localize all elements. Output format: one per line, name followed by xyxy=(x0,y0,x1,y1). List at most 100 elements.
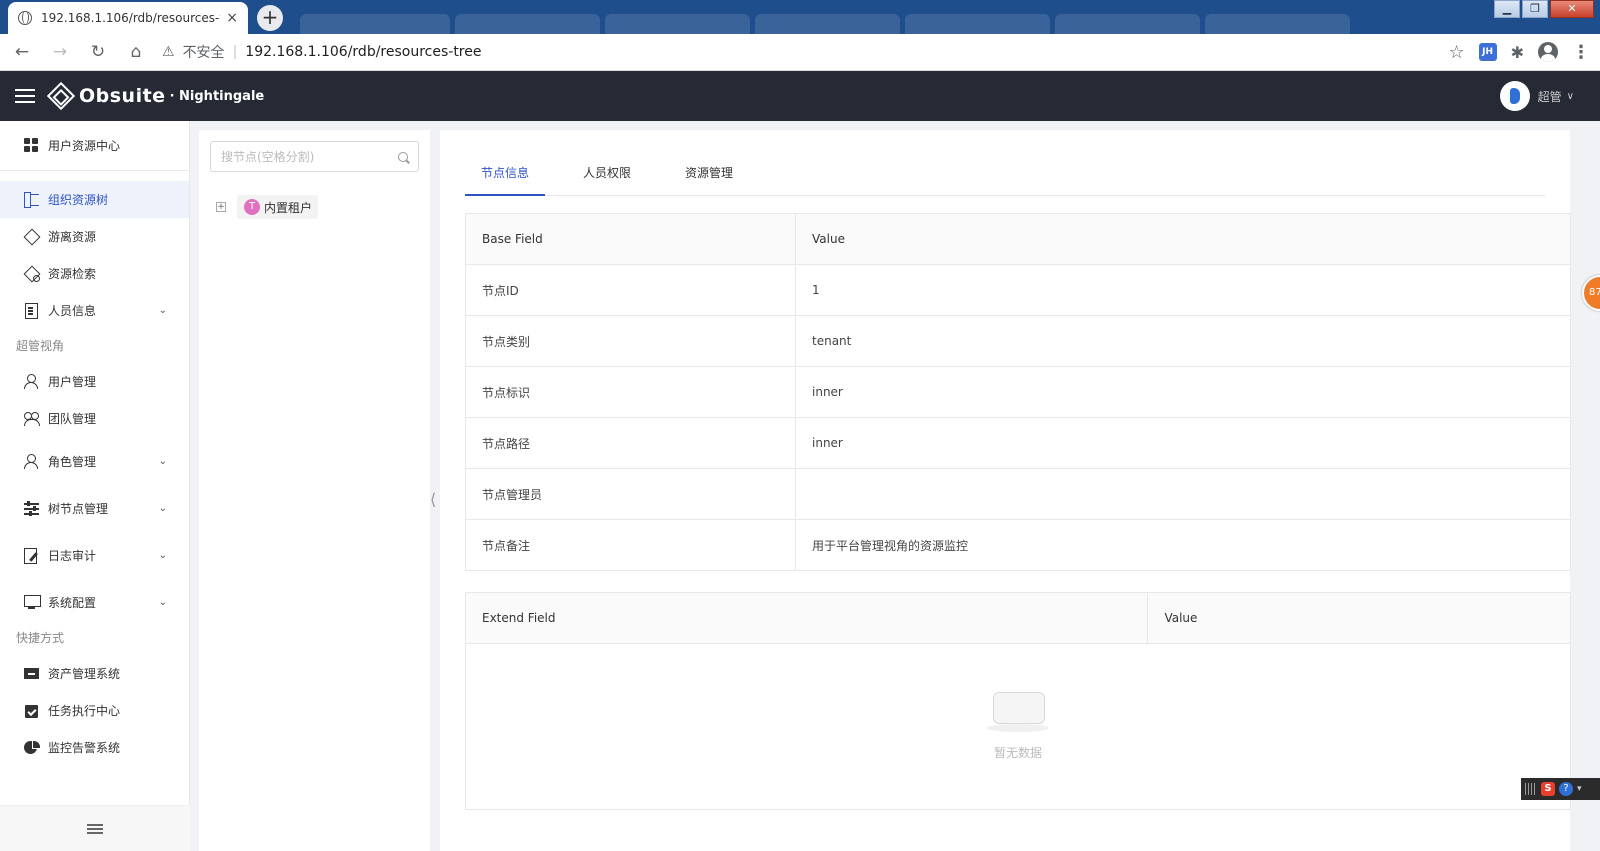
field-value: inner xyxy=(795,366,1571,418)
grid-icon xyxy=(24,138,39,153)
sidebar-item-label: 树节点管理 xyxy=(48,502,109,516)
sidebar-item-system-config[interactable]: 系统配置 ⌄ xyxy=(0,584,189,621)
field-value: 用于平台管理视角的资源监控 xyxy=(795,519,1571,571)
panel-collapse-handle-icon[interactable]: ⟨ xyxy=(430,490,440,530)
sogou-ime-icon[interactable]: S xyxy=(1541,782,1555,796)
chevron-down-icon[interactable]: ⌄ xyxy=(159,503,167,514)
restore-icon[interactable]: ❐ xyxy=(1522,0,1548,18)
window-controls: ▁ ❐ ✕ xyxy=(1494,0,1594,18)
tenant-badge: T xyxy=(244,199,260,215)
team-icon xyxy=(24,411,40,426)
sidebar-collapse-button[interactable] xyxy=(0,805,190,851)
back-icon[interactable]: ← xyxy=(6,42,38,62)
tree-node[interactable]: + T 内置租户 xyxy=(216,195,319,219)
new-tab-button[interactable]: + xyxy=(257,5,283,31)
sidebar-item-free-resources[interactable]: 游离资源 xyxy=(0,218,189,255)
tree-node-label[interactable]: 内置租户 xyxy=(264,199,312,216)
sidebar-item-org-resource-tree[interactable]: 组织资源树 xyxy=(0,181,189,218)
tab-close-icon[interactable]: × xyxy=(226,10,238,26)
chevron-down-icon[interactable]: ⌄ xyxy=(159,550,167,561)
chevron-down-icon[interactable]: ∨ xyxy=(1567,91,1574,102)
bookmark-star-icon[interactable]: ☆ xyxy=(1448,42,1464,63)
browser-tab-strip: 192.168.1.106/rdb/resources-t × + ▁ ❐ ✕ xyxy=(0,0,1600,34)
table-row: 节点ID 1 xyxy=(465,264,1571,316)
brand-subtitle: · Nightingale xyxy=(169,88,265,104)
sidebar-item-role-management[interactable]: 角色管理 ⌄ xyxy=(0,443,189,480)
column-header: Base Field xyxy=(465,213,796,265)
browser-toolbar: ← → ↻ ⌂ ⚠ 不安全 | 192.168.1.106/rdb/resour… xyxy=(0,34,1600,71)
sidebar-item-user-management[interactable]: 用户管理 xyxy=(0,363,189,400)
security-label[interactable]: 不安全 xyxy=(183,42,225,62)
background-tab[interactable] xyxy=(1205,14,1350,34)
sidebar-item-team-management[interactable]: 团队管理 xyxy=(0,400,189,437)
field-name: 节点管理员 xyxy=(465,468,796,520)
window-close-icon[interactable]: ✕ xyxy=(1550,0,1594,18)
user-menu[interactable]: 超管 ∨ xyxy=(1499,81,1574,111)
empty-state: 暂无数据 xyxy=(465,643,1571,810)
column-header: Extend Field xyxy=(464,592,1149,644)
help-icon[interactable]: ? xyxy=(1559,782,1573,796)
base-field-table: Base Field Value 节点ID 1 节点类别 tenant 节点标识… xyxy=(465,213,1571,571)
warning-icon[interactable]: ⚠ xyxy=(162,44,175,60)
sidebar-item-label: 日志审计 xyxy=(48,549,97,563)
sidebar-item-asset-management[interactable]: 资产管理系统 xyxy=(0,655,189,692)
expand-plus-icon[interactable]: + xyxy=(216,202,226,212)
collapse-menu-icon xyxy=(87,822,103,836)
monitor-icon xyxy=(24,595,41,610)
background-tab[interactable] xyxy=(605,14,750,34)
sidebar-item-label: 组织资源树 xyxy=(48,193,109,207)
floating-counter-badge[interactable]: 87 xyxy=(1582,275,1600,311)
chevron-down-icon[interactable]: ⌄ xyxy=(159,597,167,608)
search-icon[interactable] xyxy=(398,151,408,162)
sidebar-header-user-resource-center[interactable]: 用户资源中心 xyxy=(0,121,189,171)
table-row: 节点类别 tenant xyxy=(465,315,1571,367)
sidebar-item-task-execution[interactable]: 任务执行中心 xyxy=(0,692,189,729)
tree-search-input[interactable] xyxy=(221,149,398,164)
browser-menu-icon[interactable]: ⋮ xyxy=(1572,42,1590,63)
sidebar-item-resource-search[interactable]: 资源检索 xyxy=(0,255,189,292)
column-header: Value xyxy=(795,213,1571,265)
empty-text: 暂无数据 xyxy=(993,746,1042,760)
background-tab[interactable] xyxy=(1055,14,1200,34)
tree-search-box[interactable] xyxy=(210,141,419,172)
sidebar-item-monitoring-alerts[interactable]: 监控告警系统 xyxy=(0,729,189,766)
minimize-icon[interactable]: ▁ xyxy=(1494,0,1520,18)
field-value: tenant xyxy=(795,315,1571,367)
sidebar-item-label: 任务执行中心 xyxy=(48,704,121,718)
avatar[interactable] xyxy=(1499,81,1530,111)
ime-menu-icon[interactable]: ▾ xyxy=(1577,784,1582,794)
browser-tab-active[interactable]: 192.168.1.106/rdb/resources-t × xyxy=(8,2,248,34)
hamburger-menu-icon[interactable] xyxy=(15,85,35,107)
chevron-down-icon[interactable]: ⌄ xyxy=(159,456,167,467)
app-header: Obsuite · Nightingale 超管 ∨ xyxy=(0,71,1600,121)
sidebar-item-log-audit[interactable]: 日志审计 ⌄ xyxy=(0,537,189,574)
background-tab[interactable] xyxy=(905,14,1050,34)
table-row: 节点管理员 xyxy=(465,468,1571,520)
background-tab[interactable] xyxy=(755,14,900,34)
background-tab[interactable] xyxy=(455,14,600,34)
tab-node-info[interactable]: 节点信息 xyxy=(465,160,546,196)
field-name: 节点类别 xyxy=(465,315,796,367)
user-name[interactable]: 超管 xyxy=(1538,88,1562,105)
extensions-puzzle-icon[interactable]: ✱ xyxy=(1511,43,1524,62)
home-icon[interactable]: ⌂ xyxy=(120,42,152,62)
background-tab[interactable] xyxy=(300,14,450,34)
tab-resource-management[interactable]: 资源管理 xyxy=(669,160,749,196)
pie-icon xyxy=(24,740,41,755)
sidebar-item-label: 系统配置 xyxy=(48,596,97,610)
forward-icon[interactable]: → xyxy=(44,42,76,62)
chevron-down-icon[interactable]: ⌄ xyxy=(159,305,167,316)
extension-icon[interactable]: JH xyxy=(1478,43,1497,61)
grip-icon[interactable] xyxy=(1525,783,1537,795)
sidebar-item-personnel-info[interactable]: 人员信息 ⌄ xyxy=(0,292,189,329)
document-icon xyxy=(24,303,39,319)
sidebar-item-tree-node-management[interactable]: 树节点管理 ⌄ xyxy=(0,490,189,527)
url-text[interactable]: 192.168.1.106/rdb/resources-tree xyxy=(245,44,481,60)
tab-personnel-permissions[interactable]: 人员权限 xyxy=(567,160,647,196)
address-bar[interactable]: ⚠ 不安全 | 192.168.1.106/rdb/resources-tree xyxy=(162,42,481,62)
profile-icon[interactable] xyxy=(1538,42,1558,62)
tree-node-chip[interactable]: T 内置租户 xyxy=(237,195,319,219)
field-name: 节点备注 xyxy=(465,519,796,571)
reload-icon[interactable]: ↻ xyxy=(82,42,114,62)
app-logo[interactable]: Obsuite · Nightingale xyxy=(46,81,265,111)
